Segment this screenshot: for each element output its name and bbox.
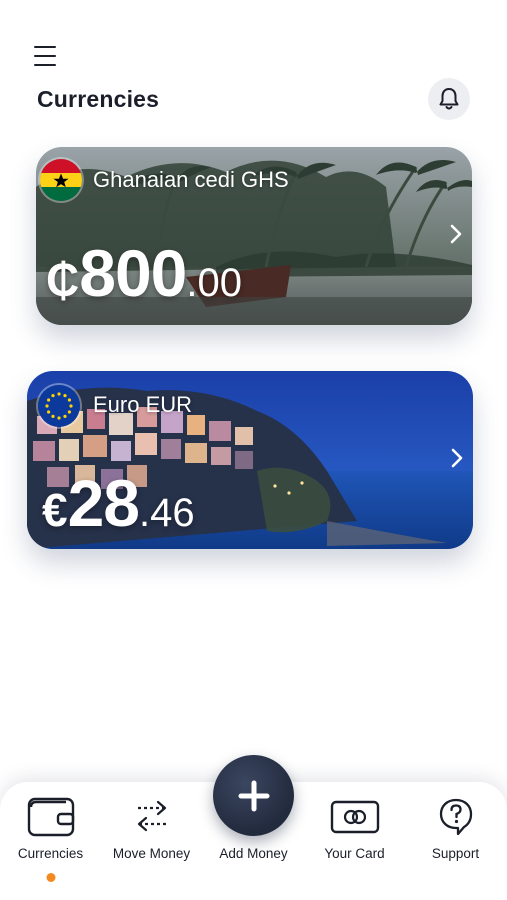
nav-label: Add Money xyxy=(219,846,288,861)
nav-label: Support xyxy=(431,846,480,861)
hamburger-menu-icon[interactable] xyxy=(34,46,56,66)
card-icon xyxy=(330,800,379,834)
currency-symbol: ₵ xyxy=(46,254,80,306)
currency-card-ghs[interactable]: Ghanaian cedi GHS ₵800.00 xyxy=(36,147,472,325)
plus-icon xyxy=(238,780,269,811)
balance-cents: .46 xyxy=(139,491,195,535)
bell-icon xyxy=(439,88,459,110)
nav-label: Currencies xyxy=(17,846,84,861)
currency-card-eur[interactable]: Euro EUR €28.46 xyxy=(27,371,473,549)
balance-whole: 28 xyxy=(67,466,140,540)
nav-item-support[interactable]: Support xyxy=(405,782,506,900)
balance-whole: 800 xyxy=(79,236,187,310)
balance-amount: ₵800.00 xyxy=(46,235,242,311)
menu-line xyxy=(34,55,56,57)
menu-line xyxy=(34,46,56,48)
nav-item-currencies[interactable]: Currencies xyxy=(0,782,101,900)
chevron-right-icon xyxy=(451,448,463,468)
add-money-button[interactable] xyxy=(213,755,294,836)
nav-item-your-card[interactable]: Your Card xyxy=(304,782,405,900)
page-title: Currencies xyxy=(37,86,160,112)
wallet-icon xyxy=(27,797,74,837)
currency-symbol: € xyxy=(42,484,68,536)
transfer-arrows-icon xyxy=(137,800,166,832)
balance-amount: €28.46 xyxy=(42,465,195,541)
chevron-right-icon xyxy=(450,224,462,244)
nav-label: Move Money xyxy=(112,846,191,861)
eu-flag-icon xyxy=(38,385,80,427)
help-icon xyxy=(439,798,472,836)
balance-cents: .00 xyxy=(186,261,242,305)
currencies-screen: Currencies Ghanaian cedi GHS ₵800.00 Eur… xyxy=(0,0,507,900)
ghana-flag-icon xyxy=(40,159,82,201)
notification-button[interactable] xyxy=(428,78,470,120)
nav-label: Your Card xyxy=(324,846,385,861)
active-indicator xyxy=(46,873,55,882)
currency-name: Euro EUR xyxy=(93,392,193,417)
currency-name: Ghanaian cedi GHS xyxy=(93,167,289,192)
nav-item-move-money[interactable]: Move Money xyxy=(101,782,202,900)
menu-line xyxy=(34,64,56,66)
